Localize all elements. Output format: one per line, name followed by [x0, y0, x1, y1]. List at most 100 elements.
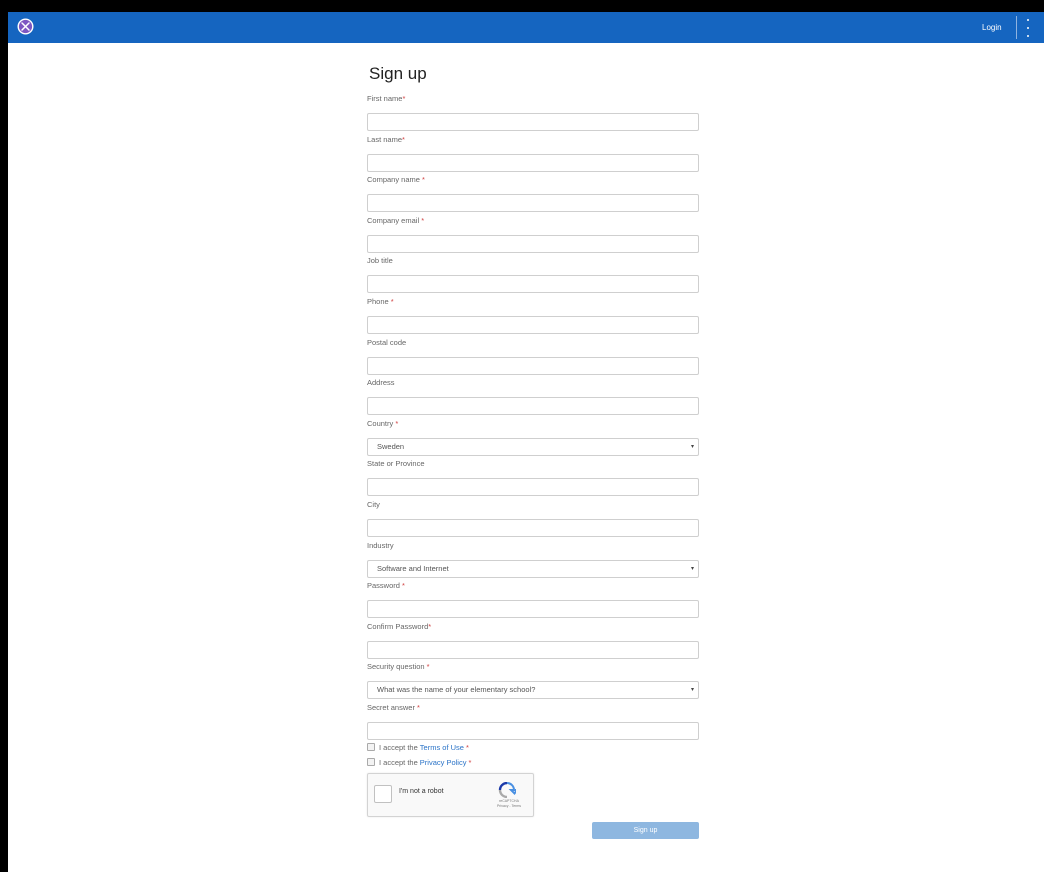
- field-label: Job title: [367, 254, 699, 268]
- field-label: Password *: [367, 579, 699, 593]
- page-title: Sign up: [369, 64, 427, 83]
- field-label: Security question *: [367, 660, 699, 674]
- chevron-down-icon: ▾: [690, 444, 694, 450]
- form-group: Address: [367, 376, 699, 417]
- first-name-field-box: [367, 113, 699, 133]
- job-title-field-box: [367, 275, 699, 295]
- top-app-bar: Login: [8, 12, 1044, 43]
- screenshot-frame-left: [0, 0, 8, 872]
- recaptcha-label: I'm not a robot: [399, 788, 444, 795]
- form-group: Industry Software and Internet ▾: [367, 539, 699, 578]
- terms-of-use-link[interactable]: Terms of Use: [420, 743, 464, 752]
- form-group: Secret answer *: [367, 701, 699, 742]
- form-group: Phone *: [367, 295, 699, 336]
- field-label-text: Phone: [367, 297, 389, 306]
- field-label-text: Last name: [367, 135, 403, 144]
- field-label: Country *: [367, 417, 699, 431]
- security-question-select[interactable]: What was the name of your elementary sch…: [367, 681, 699, 699]
- company-name-field[interactable]: [368, 197, 698, 214]
- last-name-field-box: [367, 154, 699, 174]
- password-field-box: [367, 600, 699, 620]
- recaptcha-widget: I'm not a robot reCAPTCHA Privacy - Terms: [367, 773, 534, 817]
- field-label-text: First name: [367, 94, 403, 103]
- terms-of-use-checkbox[interactable]: [367, 743, 375, 751]
- required-marker: *: [402, 135, 405, 144]
- company-email-field[interactable]: [368, 238, 698, 255]
- checkbox-label: I accept the: [379, 757, 418, 767]
- last-name-field[interactable]: [368, 157, 698, 174]
- field-label: Postal code: [367, 336, 699, 350]
- phone-field[interactable]: [368, 319, 698, 336]
- form-group: State or Province: [367, 457, 699, 498]
- field-label: Last name*: [367, 133, 699, 147]
- industry-select[interactable]: Software and Internet ▾: [367, 560, 699, 578]
- field-label: Address: [367, 376, 699, 390]
- form-group: Company email *: [367, 214, 699, 255]
- form-group: Security question * What was the name of …: [367, 660, 699, 699]
- form-group: Country * Sweden ▾: [367, 417, 699, 456]
- field-label-text: Postal code: [367, 338, 407, 347]
- country-select[interactable]: Sweden ▾: [367, 438, 699, 456]
- password-field[interactable]: [368, 603, 698, 620]
- terms-of-use-row: I accept the Terms of Use *: [367, 741, 469, 753]
- recaptcha-brand-text: reCAPTCHA: [499, 799, 519, 803]
- required-marker: *: [393, 419, 399, 428]
- field-label: City: [367, 498, 699, 512]
- required-marker: *: [419, 175, 425, 184]
- city-field-box: [367, 519, 699, 539]
- select-value: What was the name of your elementary sch…: [377, 685, 536, 694]
- required-marker: *: [402, 94, 406, 103]
- form-group: First name*: [367, 92, 699, 133]
- confirm-password-field-box: [367, 641, 699, 661]
- field-label: First name*: [367, 92, 699, 106]
- required-marker: *: [388, 297, 394, 306]
- field-label-text: City: [367, 500, 380, 509]
- app-logo-icon[interactable]: [17, 18, 34, 35]
- required-marker: *: [419, 216, 425, 225]
- field-label-text: Country: [367, 419, 394, 428]
- privacy-policy-row: I accept the Privacy Policy *: [367, 756, 471, 768]
- required-marker: *: [428, 622, 432, 631]
- confirm-password-field[interactable]: [368, 644, 698, 661]
- privacy-policy-checkbox[interactable]: [367, 758, 375, 766]
- field-label-text: Password: [367, 581, 400, 590]
- chevron-down-icon: ▾: [690, 687, 694, 693]
- checkbox-label: I accept the: [379, 742, 418, 752]
- topbar-divider: [1016, 16, 1017, 39]
- form-group: Last name*: [367, 133, 699, 174]
- form-group: City: [367, 498, 699, 539]
- postal-code-field[interactable]: [368, 360, 698, 377]
- first-name-field[interactable]: [368, 116, 698, 133]
- form-group: Job title: [367, 254, 699, 295]
- secret-answer-field[interactable]: [368, 725, 698, 742]
- field-label: Secret answer *: [367, 701, 699, 715]
- field-label: State or Province: [367, 457, 699, 471]
- recaptcha-checkbox[interactable]: [374, 785, 392, 803]
- field-label-text: Address: [367, 378, 395, 387]
- city-field[interactable]: [368, 522, 698, 539]
- more-options-icon[interactable]: [1024, 19, 1032, 37]
- address-field[interactable]: [368, 400, 698, 417]
- address-field-box: [367, 397, 699, 417]
- field-label: Confirm Password*: [367, 620, 699, 634]
- field-label-text: Industry: [367, 541, 394, 550]
- form-group: Password *: [367, 579, 699, 620]
- privacy-policy-link[interactable]: Privacy Policy: [420, 758, 467, 767]
- state-province-field[interactable]: [368, 481, 698, 498]
- field-label: Industry: [367, 539, 699, 553]
- postal-code-field-box: [367, 357, 699, 377]
- field-label-text: Security question: [367, 662, 425, 671]
- field-label-text: Job title: [367, 256, 393, 265]
- field-label: Company email *: [367, 214, 699, 228]
- required-marker: *: [399, 581, 405, 590]
- field-label-text: Company email: [367, 216, 420, 225]
- recaptcha-links[interactable]: Privacy - Terms: [497, 804, 521, 808]
- company-email-field-box: [367, 235, 699, 255]
- form-group: Postal code: [367, 336, 699, 377]
- login-link[interactable]: Login: [982, 12, 1002, 43]
- job-title-field[interactable]: [368, 278, 698, 295]
- required-marker: *: [424, 662, 430, 671]
- secret-answer-field-box: [367, 722, 699, 742]
- select-value: Sweden: [377, 442, 405, 451]
- sign-up-button[interactable]: Sign up: [592, 822, 699, 839]
